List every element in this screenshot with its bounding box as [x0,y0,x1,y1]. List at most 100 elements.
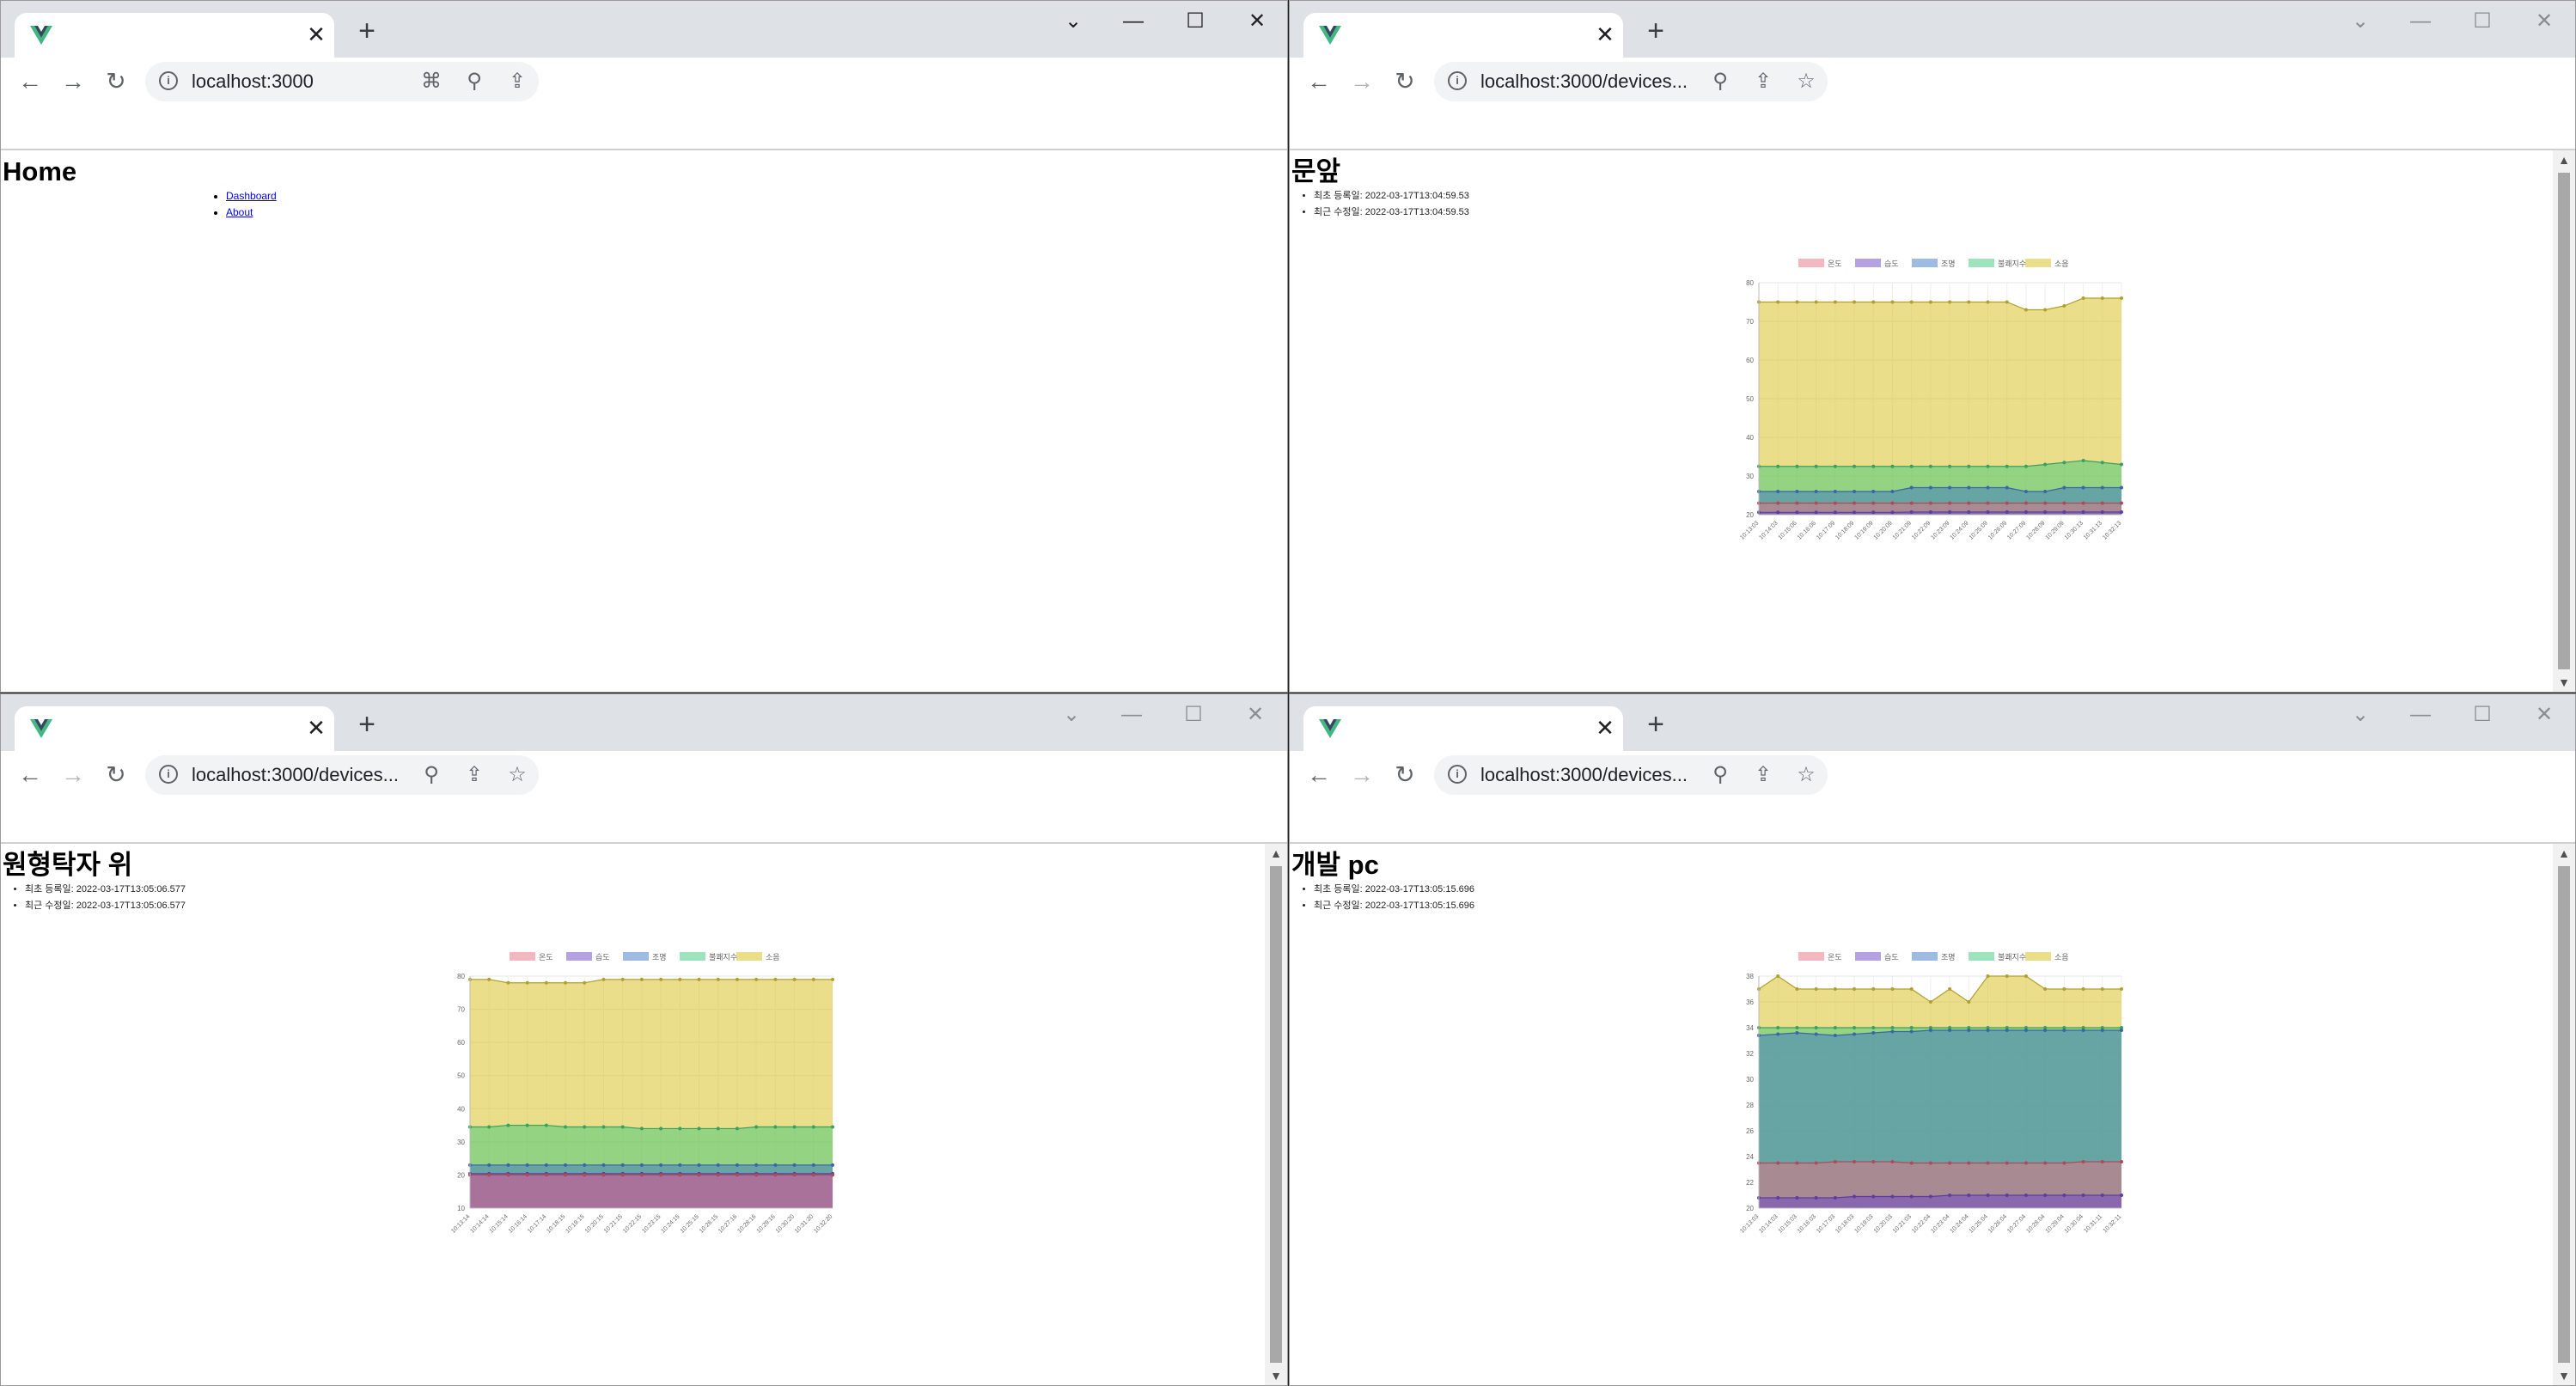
site-info-icon[interactable]: i [159,71,178,90]
forward-button[interactable]: → [1348,761,1376,789]
new-tab-button[interactable]: + [351,16,382,47]
y-tick-label: 10 [457,1205,465,1212]
scroll-down-icon[interactable]: ▼ [2553,1366,2575,1385]
share-icon[interactable]: ⇪ [504,69,530,95]
reload-button[interactable]: ↻ [1391,761,1419,789]
share-icon[interactable]: ⇪ [1750,69,1776,95]
data-point [2024,1161,2028,1165]
x-tick-label: 10:26:15 [699,1213,719,1234]
browser-tab[interactable]: ✕ [1303,706,1623,751]
bookmark-star-icon[interactable]: ☆ [504,762,530,788]
forward-button[interactable]: → [1348,68,1376,95]
page-scrollbar[interactable]: ▲ ▼ [2553,844,2575,1385]
device-chart: 온도 습도 조명 불쾌지수 소음 20 30 40 50 60 70 80 10:13:03 10:14:… [1719,253,2132,563]
data-point [1853,490,1857,493]
forward-button[interactable]: → [59,68,87,95]
x-tick-label: 10:14:03 [1758,520,1779,540]
close-window-button[interactable]: ✕ [1238,701,1273,729]
data-point [1853,501,1857,505]
maximize-button[interactable]: ☐ [1176,701,1211,729]
close-window-button[interactable]: ✕ [2527,8,2561,35]
minimize-button[interactable]: — [2403,701,2438,729]
x-tick-label: 10:24:15 [661,1213,681,1234]
reload-button[interactable]: ↻ [102,68,130,95]
data-point [1776,1196,1780,1200]
about-link[interactable]: About [226,206,253,218]
maximize-button[interactable]: ☐ [2465,701,2500,729]
address-bar[interactable]: i localhost:3000/devices... ⚲ ⇪ ☆ [1434,62,1828,101]
data-point [601,1163,606,1167]
close-tab-icon[interactable]: ✕ [305,717,327,739]
share-icon[interactable]: ⇪ [1750,762,1776,788]
legend-swatch [1855,952,1881,961]
legend-label: 소음 [2054,259,2069,268]
zoom-icon[interactable]: ⚲ [418,762,444,788]
back-button[interactable]: ← [16,761,44,789]
forward-button[interactable]: → [59,761,87,789]
back-button[interactable]: ← [16,68,44,95]
site-info-icon[interactable]: i [159,765,178,784]
new-tab-button[interactable]: + [1640,16,1671,47]
url-text[interactable]: localhost:3000/devices... [192,765,399,785]
url-text[interactable]: localhost:3000/devices... [1480,71,1688,92]
url-text[interactable]: localhost:3000/devices... [1480,765,1688,785]
url-text[interactable]: localhost:3000 [192,71,314,92]
data-point [1833,987,1837,991]
site-info-icon[interactable]: i [1448,765,1467,784]
tab-search-icon[interactable]: ⌄ [2343,8,2378,35]
reload-button[interactable]: ↻ [102,761,130,789]
close-window-button[interactable]: ✕ [1240,8,1274,35]
back-button[interactable]: ← [1305,761,1333,789]
address-bar[interactable]: i localhost:3000 ⌘ ⚲ ⇪ [145,62,539,101]
minimize-button[interactable]: — [1116,8,1151,35]
scrollbar-thumb[interactable] [2558,173,2570,669]
translate-icon[interactable]: ⌘ [418,69,444,95]
data-point [773,1125,778,1129]
data-point [583,1163,587,1167]
tab-search-icon[interactable]: ⌄ [1056,8,1090,35]
minimize-button[interactable]: — [1114,701,1149,729]
scroll-up-icon[interactable]: ▲ [2553,150,2575,169]
close-tab-icon[interactable]: ✕ [1594,717,1616,739]
zoom-icon[interactable]: ⚲ [1707,69,1733,95]
data-point [2043,308,2048,312]
x-tick-label: 10:25:09 [1969,520,1989,540]
scroll-up-icon[interactable]: ▲ [2553,844,2575,863]
reload-button[interactable]: ↻ [1391,68,1419,95]
minimize-button[interactable]: — [2403,8,2438,35]
page-scrollbar[interactable]: ▲ ▼ [2553,150,2575,692]
share-icon[interactable]: ⇪ [461,762,487,788]
vue-logo-icon [1319,719,1341,738]
data-point [2024,510,2028,514]
close-tab-icon[interactable]: ✕ [305,23,327,46]
address-bar[interactable]: i localhost:3000/devices... ⚲ ⇪ ☆ [145,755,539,795]
browser-tab[interactable]: ✕ [15,706,334,751]
scroll-down-icon[interactable]: ▼ [1265,1366,1287,1385]
scrollbar-thumb[interactable] [1270,866,1282,1363]
close-tab-icon[interactable]: ✕ [1594,23,1616,46]
page-scrollbar[interactable]: ▲ ▼ [1265,844,1287,1385]
data-point [1967,510,1971,514]
browser-tab[interactable]: ✕ [1303,13,1623,58]
address-bar[interactable]: i localhost:3000/devices... ⚲ ⇪ ☆ [1434,755,1828,795]
maximize-button[interactable]: ☐ [2465,8,2500,35]
browser-tab[interactable]: ✕ [15,13,334,58]
data-point [831,1163,834,1167]
tab-search-icon[interactable]: ⌄ [2343,701,2378,729]
close-window-button[interactable]: ✕ [2527,701,2561,729]
back-button[interactable]: ← [1305,68,1333,95]
bookmark-star-icon[interactable]: ☆ [1793,762,1819,788]
tab-search-icon[interactable]: ⌄ [1054,701,1089,729]
site-info-icon[interactable]: i [1448,71,1467,90]
data-point [2005,501,2009,505]
new-tab-button[interactable]: + [351,710,382,741]
scroll-up-icon[interactable]: ▲ [1265,844,1287,863]
dashboard-link[interactable]: Dashboard [226,190,277,202]
zoom-icon[interactable]: ⚲ [461,69,487,95]
zoom-icon[interactable]: ⚲ [1707,762,1733,788]
maximize-button[interactable]: ☐ [1178,8,1212,35]
new-tab-button[interactable]: + [1640,710,1671,741]
scrollbar-thumb[interactable] [2558,866,2570,1363]
bookmark-star-icon[interactable]: ☆ [1793,69,1819,95]
scroll-down-icon[interactable]: ▼ [2553,673,2575,692]
